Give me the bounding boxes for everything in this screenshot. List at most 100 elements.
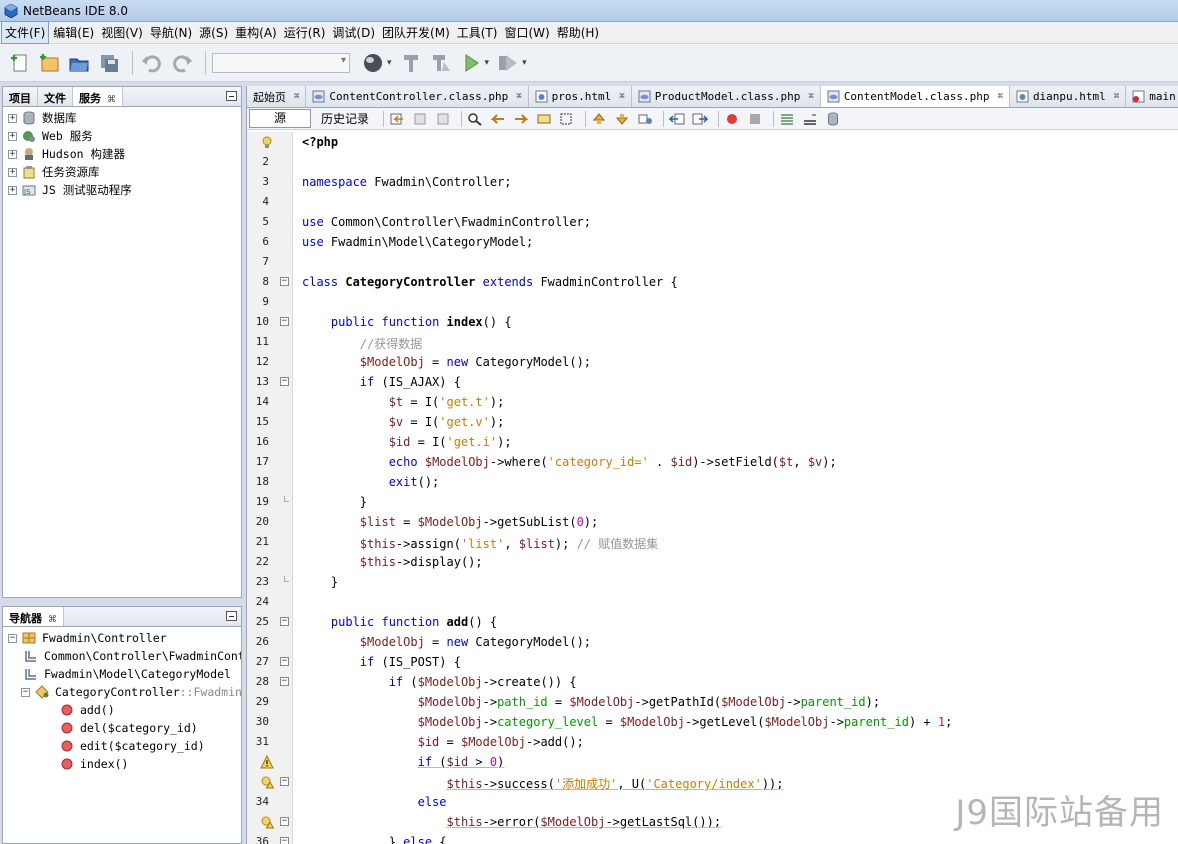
tab-services[interactable]: 服务 ⌘ [73, 87, 123, 106]
close-tab-icon[interactable]: ⌘ [808, 92, 813, 102]
menu-file[interactable]: 文件(F) [1, 21, 50, 44]
nav-method-edit[interactable]: edit($category_id) [3, 737, 241, 755]
fold-toggle-icon[interactable]: − [280, 617, 289, 626]
expand-icon[interactable]: + [8, 149, 17, 159]
minimize-panel-button[interactable] [226, 611, 237, 621]
comment-icon[interactable] [778, 111, 796, 127]
previous-bookmark-icon[interactable] [590, 111, 608, 127]
tab-start-page[interactable]: 起始页 ⌘ [247, 86, 307, 107]
tab-content-model[interactable]: ContentModel.class.php ⌘ [820, 86, 1010, 107]
close-icon[interactable]: ⌘ [48, 615, 57, 625]
last-edit-icon[interactable] [388, 111, 406, 127]
next-bookmark-icon[interactable] [613, 111, 631, 127]
nav-method-index[interactable]: index() [3, 755, 241, 773]
fold-toggle-icon[interactable]: − [280, 817, 289, 826]
close-tab-icon[interactable]: ⌘ [1114, 92, 1119, 102]
menu-help[interactable]: 帮助(H) [554, 22, 602, 43]
save-all-button[interactable] [96, 50, 122, 76]
debug-project-button[interactable] [495, 50, 521, 76]
new-project-button[interactable] [36, 50, 62, 76]
clean-build-button[interactable] [428, 50, 454, 76]
hint-bulb-icon[interactable] [260, 135, 274, 149]
menu-navigate[interactable]: 导航(N) [147, 22, 195, 43]
history-view-button[interactable]: 历史记录 [311, 110, 379, 127]
find-previous-icon[interactable] [489, 111, 507, 127]
close-icon[interactable]: ⌘ [107, 95, 116, 105]
nav-method-del[interactable]: del($category_id) [3, 719, 241, 737]
nav-use-node[interactable]: Common\Controller\FwadminCont [3, 647, 241, 665]
tab-pros-html[interactable]: pros.html ⌘ [529, 86, 632, 107]
menu-edit[interactable]: 编辑(E) [50, 22, 97, 43]
close-tab-icon[interactable]: ⌘ [294, 92, 299, 102]
find-icon[interactable] [466, 111, 484, 127]
toggle-highlight-icon[interactable] [535, 111, 553, 127]
nav-use-node[interactable]: Fwadmin\Model\CategoryModel [3, 665, 241, 683]
tab-main-html[interactable]: main.html [1126, 86, 1178, 107]
find-next-icon[interactable] [512, 111, 530, 127]
tab-navigator[interactable]: 导航器 ⌘ [3, 607, 64, 626]
uncomment-icon[interactable] [801, 111, 819, 127]
tree-item-web-services[interactable]: + Web 服务 [3, 127, 241, 145]
fold-toggle-icon[interactable]: − [280, 377, 289, 386]
tab-content-controller[interactable]: ContentController.class.php ⌘ [306, 86, 529, 107]
expand-icon[interactable]: + [8, 167, 17, 177]
tab-product-model[interactable]: ProductModel.class.php ⌘ [632, 86, 821, 107]
tree-item-database[interactable]: + 数据库 [3, 109, 241, 127]
expand-icon[interactable]: + [8, 131, 17, 141]
fold-toggle-icon[interactable]: − [280, 277, 289, 286]
close-tab-icon[interactable]: ⌘ [998, 92, 1003, 102]
debug-dropdown-icon[interactable]: ▾ [522, 58, 527, 68]
tab-projects[interactable]: 项目 [3, 87, 38, 106]
tree-item-js-test-driver[interactable]: + JS JS 测试驱动程序 [3, 181, 241, 199]
database-query-icon[interactable] [824, 111, 842, 127]
start-macro-icon[interactable] [723, 111, 741, 127]
new-file-button[interactable] [6, 50, 32, 76]
forward-icon[interactable] [434, 111, 452, 127]
menu-refactor[interactable]: 重构(A) [232, 22, 280, 43]
run-browser-button[interactable] [360, 50, 386, 76]
menu-source[interactable]: 源(S) [196, 22, 231, 43]
collapse-icon[interactable]: − [21, 687, 30, 697]
warning-icon[interactable] [260, 754, 274, 769]
fold-toggle-icon[interactable]: − [280, 657, 289, 666]
expand-icon[interactable]: + [8, 113, 17, 123]
fold-toggle-icon[interactable]: − [280, 837, 289, 844]
hint-warning-bulb-icon[interactable] [260, 815, 275, 829]
configuration-select[interactable] [212, 52, 350, 73]
close-tab-icon[interactable]: ⌘ [619, 92, 624, 102]
source-view-button[interactable]: 源 [249, 109, 311, 128]
browser-dropdown-icon[interactable]: ▾ [387, 58, 392, 68]
expand-icon[interactable]: + [8, 185, 17, 195]
redo-button[interactable] [169, 50, 195, 76]
hint-warning-bulb-icon[interactable] [260, 775, 275, 789]
tab-dianpu-html[interactable]: dianpu.html ⌘ [1010, 86, 1127, 107]
nav-method-add[interactable]: add() [3, 701, 241, 719]
fold-toggle-icon[interactable]: − [280, 677, 289, 686]
back-icon[interactable] [411, 111, 429, 127]
stop-macro-icon[interactable] [746, 111, 764, 127]
fold-toggle-icon[interactable]: − [280, 777, 289, 786]
run-dropdown-icon[interactable]: ▾ [485, 58, 490, 68]
fold-toggle-icon[interactable]: − [280, 317, 289, 326]
build-button[interactable] [398, 50, 424, 76]
menu-window[interactable]: 窗口(W) [501, 22, 552, 43]
menu-run[interactable]: 运行(R) [281, 22, 329, 43]
menu-view[interactable]: 视图(V) [98, 22, 146, 43]
close-tab-icon[interactable]: ⌘ [516, 92, 521, 102]
menu-team[interactable]: 团队开发(M) [379, 22, 453, 43]
code-area[interactable]: <?php 2 3 namespace Fwadmin\Controller; 4… [247, 132, 1178, 844]
menu-tools[interactable]: 工具(T) [454, 22, 501, 43]
tree-item-hudson[interactable]: + Hudson 构建器 [3, 145, 241, 163]
menu-debug[interactable]: 调试(D) [329, 22, 378, 43]
collapse-icon[interactable]: − [8, 633, 17, 643]
tree-item-task-repository[interactable]: + 任务资源库 [3, 163, 241, 181]
undo-button[interactable] [139, 50, 165, 76]
minimize-panel-button[interactable] [226, 91, 237, 101]
nav-class-node[interactable]: − CategoryController::FwadminCo [3, 683, 241, 701]
toggle-bookmark-icon[interactable] [636, 111, 654, 127]
run-project-button[interactable] [458, 50, 484, 76]
tab-files[interactable]: 文件 [38, 87, 73, 106]
shift-left-icon[interactable] [668, 111, 686, 127]
shift-right-icon[interactable] [691, 111, 709, 127]
nav-namespace-node[interactable]: − Fwadmin\Controller [3, 629, 241, 647]
